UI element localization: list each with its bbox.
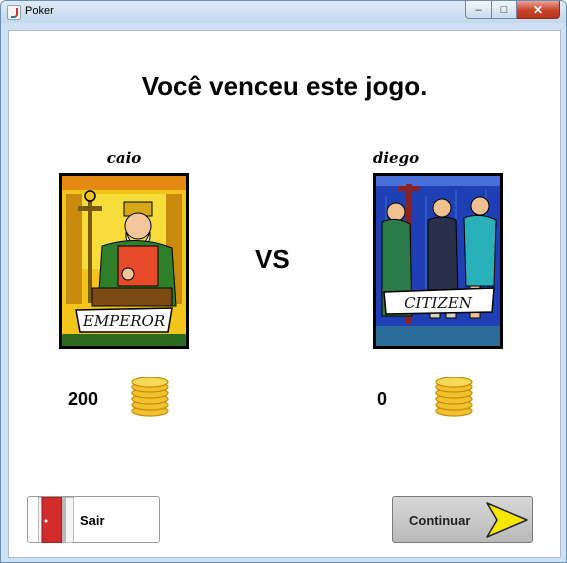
player-name-diego: diego	[372, 149, 420, 167]
player-name-caio: caio	[106, 149, 142, 167]
exit-button[interactable]: Sair	[27, 496, 160, 543]
emperor-card: EMPEROR	[59, 173, 189, 349]
game-panel: Você venceu este jogo. caio EMPEROR 200 …	[8, 30, 561, 558]
continue-button[interactable]: Continuar	[392, 496, 533, 543]
window-controls: ‒ □ ✕	[465, 1, 560, 19]
emperor-card-art: EMPEROR	[62, 176, 186, 346]
java-app-icon	[7, 5, 21, 20]
exit-button-label: Sair	[80, 513, 105, 528]
maximize-button[interactable]: □	[492, 1, 517, 19]
app-window: Poker ‒ □ ✕ Você venceu este jogo. caio	[0, 0, 567, 563]
arrow-right-icon	[486, 502, 528, 538]
citizen-card-label: CITIZEN	[404, 294, 473, 312]
emperor-card-label: EMPEROR	[82, 312, 165, 330]
result-headline: Você venceu este jogo.	[141, 71, 428, 101]
player-chips-diego: 0	[377, 389, 388, 409]
continue-button-label: Continuar	[409, 513, 471, 528]
minimize-button[interactable]: ‒	[465, 1, 492, 19]
player-chips-caio: 200	[68, 389, 99, 409]
citizen-card: CITIZEN	[373, 173, 503, 349]
citizen-card-art: CITIZEN	[376, 176, 500, 346]
gold-coins-icon	[131, 377, 169, 417]
gold-coins-icon	[435, 377, 473, 417]
window-title: Poker	[25, 5, 54, 17]
close-button[interactable]: ✕	[517, 1, 560, 19]
exit-door-icon	[38, 497, 74, 543]
vs-label: VS	[255, 244, 290, 274]
title-bar[interactable]: Poker ‒ □ ✕	[1, 1, 566, 23]
